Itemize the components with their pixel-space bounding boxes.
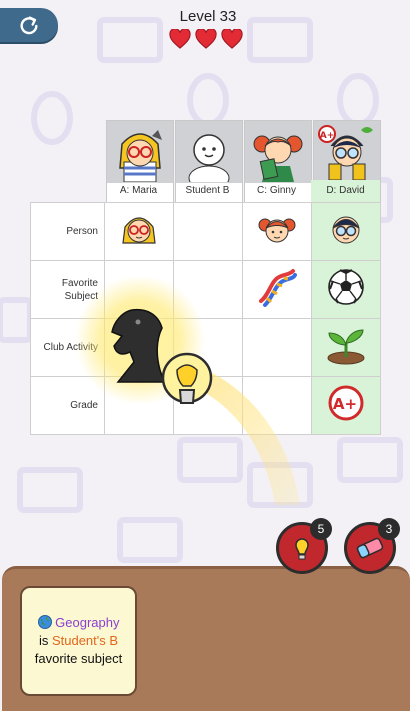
hint-overlay bbox=[75, 275, 300, 505]
david-portrait-icon: A+ bbox=[314, 121, 380, 183]
maria-portrait-icon bbox=[107, 121, 173, 183]
column-label-ginny: C: Ginny bbox=[257, 185, 296, 196]
lives-hearts bbox=[169, 29, 243, 49]
grid-row-person: Person bbox=[30, 202, 381, 261]
a-plus-badge-icon: A+ bbox=[328, 385, 364, 421]
maria-face-icon bbox=[122, 217, 156, 244]
clue-tail: favorite subject bbox=[34, 651, 123, 666]
ginny-portrait-icon bbox=[245, 121, 311, 183]
svg-text:A+: A+ bbox=[320, 131, 335, 141]
sprout-icon bbox=[327, 329, 365, 365]
soccer-ball-icon bbox=[328, 269, 364, 305]
hint-count-badge: 5 bbox=[310, 518, 332, 540]
column-label-maria: A: Maria bbox=[119, 185, 158, 196]
clue-student: Student's B bbox=[51, 633, 119, 648]
heart-icon bbox=[221, 29, 243, 49]
column-label-david: D: David bbox=[311, 180, 380, 202]
heart-icon bbox=[195, 29, 217, 49]
clue-line-1: Geography bbox=[37, 614, 120, 632]
cell-person-student-b[interactable] bbox=[173, 202, 243, 261]
cell-subject-david[interactable] bbox=[311, 260, 381, 319]
column-label-student-b: Student B bbox=[185, 185, 230, 196]
clue-connector: is bbox=[38, 633, 49, 648]
level-title: Level 33 bbox=[179, 8, 237, 25]
clue-subject: Geography bbox=[55, 615, 120, 630]
cell-person-maria[interactable] bbox=[104, 202, 174, 261]
eraser-count-badge: 3 bbox=[378, 518, 400, 540]
ginny-face-icon bbox=[258, 218, 296, 243]
row-label-person: Person bbox=[30, 202, 105, 261]
david-face-icon bbox=[332, 216, 360, 244]
cell-grade-david[interactable]: A+ bbox=[311, 376, 381, 435]
globe-icon bbox=[37, 615, 52, 629]
svg-text:A+: A+ bbox=[333, 395, 357, 413]
cell-person-david[interactable] bbox=[311, 202, 381, 261]
clue-line-2: is Student's B bbox=[39, 632, 118, 650]
heart-icon bbox=[169, 29, 191, 49]
cell-club-david[interactable] bbox=[311, 318, 381, 377]
cell-person-ginny[interactable] bbox=[242, 202, 312, 261]
clue-card[interactable]: Geography is Student's B favorite subjec… bbox=[20, 586, 137, 696]
lightbulb-icon bbox=[295, 538, 309, 560]
lightbulb-hint-icon bbox=[161, 352, 213, 404]
student-b-portrait-icon bbox=[176, 121, 242, 183]
